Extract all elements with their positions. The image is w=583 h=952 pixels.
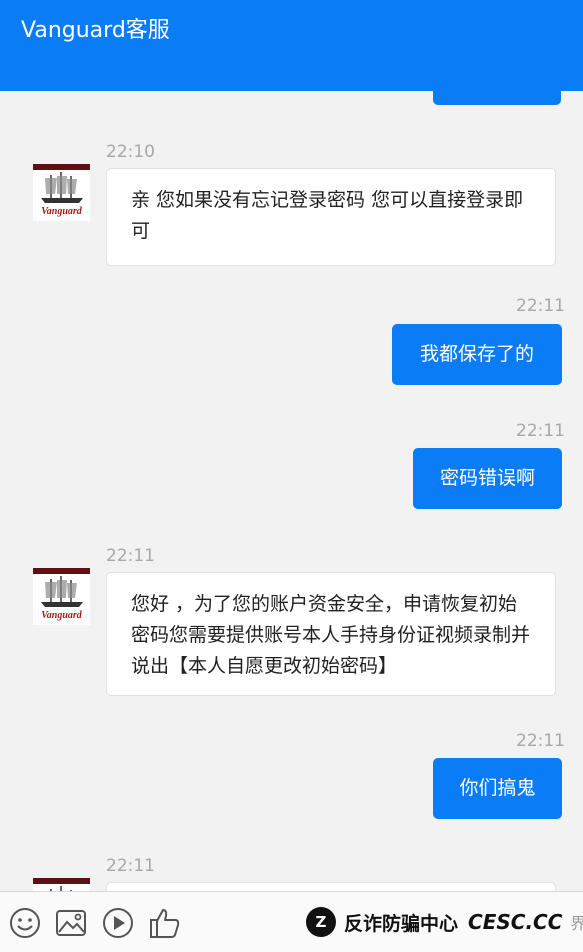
vanguard-ship-logo-icon: Vanguard [33,568,90,625]
message-timestamp: 22:10 [106,142,155,162]
watermark-text: 反诈防骗中心 [344,912,459,935]
watermark-tail: 界 [570,914,583,933]
app-header: Vanguard客服 [0,0,583,91]
incoming-message-bubble[interactable]: 您好 ，为了您的账户资金安全，申请恢复初始密码您需要提供账号本人手持身份证视频录… [106,572,556,696]
input-toolbar: Z 反诈防骗中心 CESC.CC 界 [0,891,583,952]
message-timestamp: 22:11 [516,296,565,316]
avatar[interactable]: Vanguard [33,164,90,221]
message-text: 亲 您如果没有忘记登录密码 您可以直接登录即可 [131,189,524,242]
message-timestamp: 22:11 [516,421,565,441]
message-timestamp: 22:11 [516,731,565,751]
thumbs-up-icon[interactable] [148,906,182,940]
image-icon[interactable] [54,906,88,940]
outgoing-message-bubble[interactable]: 密码错误啊 [413,448,562,509]
message-text: 密码错误啊 [439,467,535,489]
avatar[interactable] [33,878,90,891]
message-text: 您好 ，为了您的账户资金安全，申请恢复初始密码您需要提供账号本人手持身份证视频录… [131,593,531,677]
incoming-message-bubble[interactable] [106,882,556,891]
outgoing-message-bubble[interactable]: 你们搞鬼 [433,758,562,819]
message-timestamp: 22:11 [106,546,155,566]
avatar[interactable]: Vanguard [33,568,90,625]
svg-text:Vanguard: Vanguard [41,206,83,217]
vanguard-ship-logo-icon [33,878,90,891]
message-text: 我都保存了的 [419,343,534,365]
chat-area[interactable]: 22:10 Vanguard 亲 您如果没有忘记登录密码 您可以直接登录即可 2… [0,91,583,891]
emoji-icon[interactable] [8,906,42,940]
watermark: Z 反诈防骗中心 CESC.CC 界 [306,906,583,938]
previous-message-bubble [433,91,561,105]
anti-fraud-logo-icon: Z [306,907,336,937]
vanguard-ship-logo-icon: Vanguard [33,164,90,221]
message-text: 你们搞鬼 [459,777,536,799]
page-title: Vanguard客服 [21,18,170,43]
incoming-message-bubble[interactable]: 亲 您如果没有忘记登录密码 您可以直接登录即可 [106,168,556,266]
watermark-site: CESC.CC [468,910,563,934]
outgoing-message-bubble[interactable]: 我都保存了的 [392,324,562,385]
message-timestamp: 22:11 [106,856,155,876]
play-icon[interactable] [101,906,135,940]
svg-text:Vanguard: Vanguard [41,610,83,621]
